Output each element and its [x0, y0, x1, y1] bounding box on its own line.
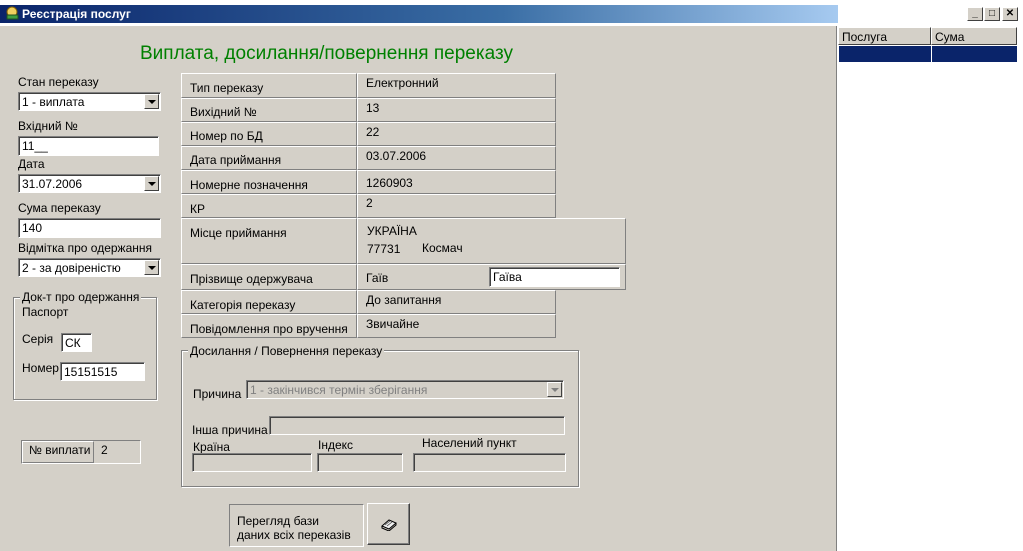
info-value-5: 2 [357, 194, 556, 218]
surname-label: Прізвище одержувача [181, 264, 357, 290]
app-icon [6, 6, 19, 20]
grid-divider [931, 46, 932, 62]
city-input[interactable] [413, 453, 566, 472]
info-label-3: Дата приймання [181, 146, 357, 170]
place-index: 77731 [367, 242, 401, 256]
amount-input[interactable]: 140 [18, 218, 161, 238]
doc-type: Паспорт [22, 305, 69, 319]
reason-select[interactable]: 1 - закінчився термін зберігання [246, 380, 564, 399]
status-select[interactable]: 1 - виплата [18, 92, 161, 111]
forward-group-caption: Досилання / Повернення переказу [188, 344, 385, 358]
number-label: Номер [22, 361, 59, 375]
date-value: 31.07.2006 [22, 177, 83, 191]
chevron-down-icon[interactable] [144, 94, 159, 109]
receipt-mark-value: 2 - за довіреністю [22, 261, 121, 275]
browse-db-line2: даних всіх переказів [237, 528, 351, 542]
series-input[interactable]: СК [61, 333, 92, 352]
receipt-mark-select[interactable]: 2 - за довіреністю [18, 258, 161, 277]
column-header-service[interactable]: Послуга [838, 27, 931, 45]
place-city: Космач [422, 241, 463, 255]
window-title: Реєстрація послуг [22, 7, 131, 21]
index-input[interactable] [317, 453, 403, 472]
category-value: До запитання [357, 290, 556, 314]
date-label: Дата [18, 157, 45, 171]
amount-label: Сума переказу [18, 201, 101, 215]
date-picker[interactable]: 31.07.2006 [18, 174, 161, 193]
info-value-2: 22 [357, 122, 556, 146]
payout-label: № виплати [22, 441, 94, 463]
chevron-down-icon[interactable] [144, 176, 159, 191]
incoming-label: Вхідний № [18, 119, 78, 133]
status-value: 1 - виплата [22, 95, 85, 109]
table-row[interactable] [932, 46, 1017, 62]
surname-input[interactable]: Гаїва [489, 267, 620, 287]
info-label-4: Номерне позначення [181, 170, 357, 194]
services-grid[interactable]: Послуга Сума [836, 26, 1023, 551]
info-label-1: Вихідний № [181, 98, 357, 122]
series-label: Серія [22, 332, 54, 346]
receipt-mark-label: Відмітка про одержання [18, 241, 152, 255]
minimize-button[interactable]: _ [967, 7, 983, 21]
reason-label: Причина [193, 387, 242, 401]
close-button[interactable]: ✕ [1002, 7, 1018, 21]
info-label-2: Номер по БД [181, 122, 357, 146]
info-label-0: Тип переказу [181, 73, 357, 98]
place-label: Місце приймання [181, 218, 357, 264]
window-titlebar: Реєстрація послуг _ □ ✕ [0, 0, 1023, 26]
city-label: Населений пункт [422, 436, 517, 450]
notice-label: Повідомлення про вручення [181, 314, 357, 338]
chevron-down-icon[interactable] [547, 382, 562, 397]
browse-db-button[interactable] [367, 503, 410, 545]
index-label: Індекс [318, 438, 354, 452]
form-title: Виплата, досилання/повернення переказу [140, 43, 513, 64]
info-value-0: Електронний [357, 73, 556, 98]
place-country: УКРАЇНА [367, 224, 417, 238]
info-value-3: 03.07.2006 [357, 146, 556, 170]
chevron-down-icon[interactable] [144, 260, 159, 275]
number-input[interactable]: 15151515 [60, 362, 145, 381]
info-value-1: 13 [357, 98, 556, 122]
other-reason-label: Інша причина [192, 423, 268, 437]
incoming-number-input[interactable]: 11__ [18, 136, 159, 156]
table-row[interactable] [839, 46, 931, 62]
info-label-5: КР [181, 194, 357, 218]
country-input[interactable] [192, 453, 312, 472]
status-label: Стан переказу [18, 75, 99, 89]
column-header-sum[interactable]: Сума [931, 27, 1017, 45]
info-value-4: 1260903 [357, 170, 556, 194]
doc-group-caption: Док-т про одержання [20, 290, 142, 304]
category-label: Категорія переказу [181, 290, 357, 314]
browse-db-line1: Перегляд бази [237, 514, 319, 528]
reason-value: 1 - закінчився термін зберігання [250, 383, 428, 397]
country-label: Країна [193, 440, 230, 454]
maximize-button[interactable]: □ [984, 7, 1000, 21]
browse-db-label: Перегляд бази даних всіх переказів [237, 514, 351, 542]
book-icon [381, 519, 397, 531]
payout-value: 2 [101, 443, 108, 457]
other-reason-input[interactable] [269, 416, 565, 435]
notice-value: Звичайне [357, 314, 556, 338]
